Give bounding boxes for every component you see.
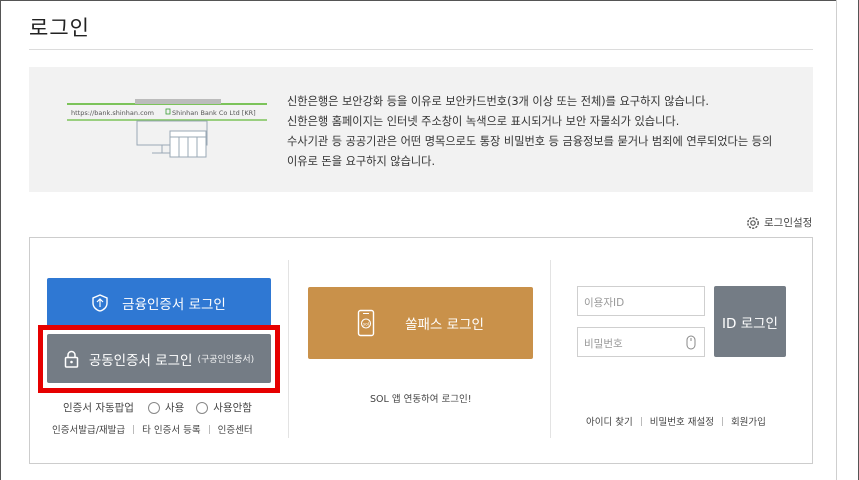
radio-not-use-label[interactable]: 사용안함 (213, 400, 252, 415)
cert-center-link[interactable]: 인증센터 (218, 422, 253, 436)
title-divider (29, 49, 813, 50)
notice-line: 신한은행 홈페이지는 인터넷 주소창이 녹색으로 표시되거나 보안 자물쇠가 있… (287, 115, 680, 128)
solpass-caption: SOL 앱 연동하여 로그인! (370, 394, 472, 405)
gear-icon (747, 216, 759, 229)
column-divider (288, 260, 289, 438)
column-divider (550, 260, 551, 438)
financial-cert-label: 금융인증서 로그인 (122, 296, 226, 313)
shield-icon (92, 293, 108, 312)
notice-text: 신한은행은 보안강화 등을 이유로 보안카드번호(3개 이상 또는 전체)를 요… (287, 92, 772, 172)
radio-use-label[interactable]: 사용 (165, 400, 184, 415)
link-separator (721, 416, 723, 426)
login-panel: 금융인증서 로그인 공동인증서 로그인 (구공인인증서) 인증서 자동팝업 사용… (29, 237, 813, 464)
illus-url-text: https://bank.shinhan.com (71, 109, 154, 117)
auto-popup-label: 인증서 자동팝업 (63, 402, 134, 414)
id-login-button[interactable]: ID 로그인 (714, 286, 786, 357)
financial-cert-login-button[interactable]: 금융인증서 로그인 (47, 278, 271, 327)
security-notice: https://bank.shinhan.com Shinhan Bank Co… (29, 67, 813, 192)
link-separator (640, 416, 642, 426)
illus-cert-text: Shinhan Bank Co Ltd [KR] (172, 109, 256, 117)
auto-popup-row: 인증서 자동팝업 사용 사용안함 (63, 400, 252, 415)
reset-password-link[interactable]: 비밀번호 재설정 (650, 414, 714, 428)
svg-text:sol: sol (363, 321, 369, 327)
sign-up-link[interactable]: 회원가입 (731, 414, 766, 428)
password-input[interactable]: 비밀번호 (577, 327, 705, 357)
notice-line: 이유로 돈을 요구하지 않습니다. (287, 155, 436, 168)
link-separator (133, 424, 135, 434)
radio-use[interactable] (147, 401, 160, 414)
user-id-placeholder: 이용자ID (584, 297, 625, 309)
cert-issue-link[interactable]: 인증서발급/재발급 (52, 422, 125, 436)
cert-links: 인증서발급/재발급 타 인증서 등록 인증센터 (52, 422, 253, 436)
login-settings-link[interactable]: 로그인설정 (746, 215, 812, 230)
radio-not-use[interactable] (196, 401, 209, 414)
scrollbar[interactable] (836, 0, 858, 480)
find-id-link[interactable]: 아이디 찾기 (586, 414, 633, 428)
other-cert-register-link[interactable]: 타 인증서 등록 (142, 422, 200, 436)
solpass-login-button[interactable]: sol 쏠패스 로그인 (308, 287, 533, 359)
user-id-input[interactable]: 이용자ID (577, 286, 705, 316)
mouse-icon[interactable] (686, 335, 696, 353)
solpass-label: 쏠패스 로그인 (405, 317, 484, 333)
phone-icon: sol (357, 309, 375, 337)
password-placeholder: 비밀번호 (584, 338, 623, 350)
notice-line: 신한은행은 보안강화 등을 이유로 보안카드번호(3개 이상 또는 전체)를 요… (287, 95, 709, 108)
login-settings-label: 로그인설정 (764, 217, 813, 229)
browser-illustration: https://bank.shinhan.com Shinhan Bank Co… (67, 99, 267, 158)
link-separator (208, 424, 210, 434)
highlight-box (38, 325, 280, 393)
id-links: 아이디 찾기 비밀번호 재설정 회원가입 (586, 414, 766, 428)
page-title: 로그인 (29, 16, 90, 40)
id-login-label: ID 로그인 (722, 315, 778, 332)
notice-line: 수사기관 등 공공기관은 어떤 명목으로도 통장 비밀번호 등 금융정보를 묻거… (287, 135, 773, 148)
